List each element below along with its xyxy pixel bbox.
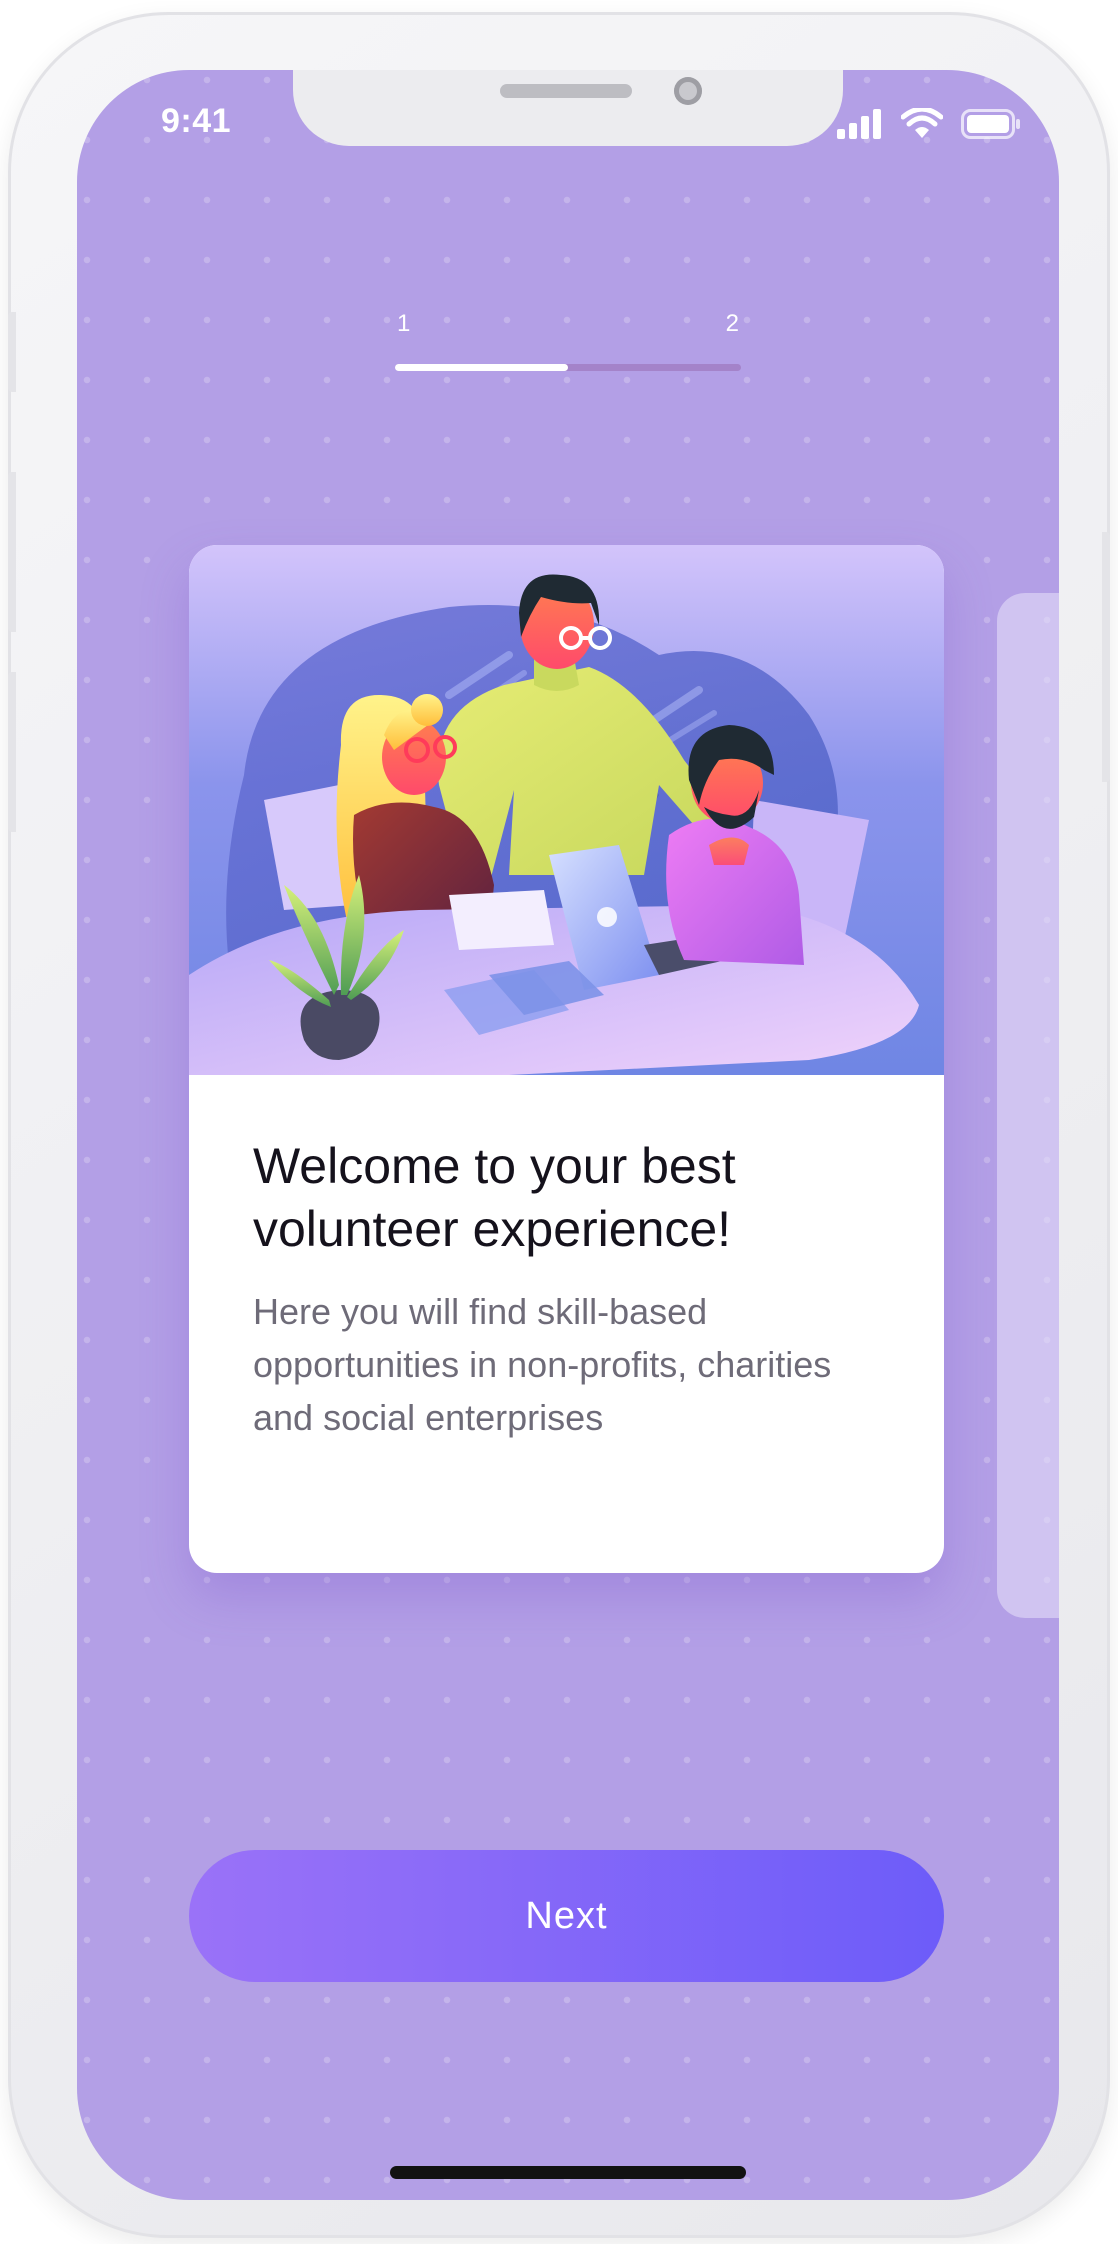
wifi-icon bbox=[901, 108, 943, 138]
status-time: 9:41 bbox=[161, 102, 232, 140]
battery-icon bbox=[961, 109, 1020, 139]
app-screen: 9:41 1 2 Welcome to your best volunteer … bbox=[77, 70, 1059, 2200]
front-camera bbox=[674, 77, 702, 105]
next-button[interactable]: Next bbox=[189, 1850, 944, 1982]
team-meeting-illustration bbox=[189, 545, 944, 1075]
progress-track bbox=[395, 364, 741, 371]
progress-step-start: 1 bbox=[397, 310, 411, 337]
volume-down-button bbox=[8, 672, 16, 832]
progress-step-end: 2 bbox=[725, 310, 739, 337]
home-indicator[interactable] bbox=[390, 2166, 746, 2179]
status-icons bbox=[837, 108, 1021, 140]
card-description: Here you will find skill-based opportuni… bbox=[253, 1291, 832, 1438]
cellular-signal-icon bbox=[837, 109, 881, 139]
onboarding-progress: 1 2 bbox=[395, 310, 741, 380]
earpiece-speaker bbox=[500, 84, 632, 98]
onboarding-card: Welcome to your best volunteer experienc… bbox=[189, 545, 944, 1573]
progress-fill bbox=[395, 364, 568, 371]
phone-frame: 9:41 1 2 Welcome to your best volunteer … bbox=[8, 12, 1110, 2238]
volume-up-button bbox=[8, 472, 16, 632]
power-button bbox=[1102, 532, 1110, 782]
notch bbox=[293, 70, 843, 146]
silent-switch bbox=[8, 312, 16, 392]
card-title: Welcome to your best volunteer experienc… bbox=[253, 1138, 736, 1257]
next-card-peek[interactable] bbox=[997, 593, 1059, 1618]
